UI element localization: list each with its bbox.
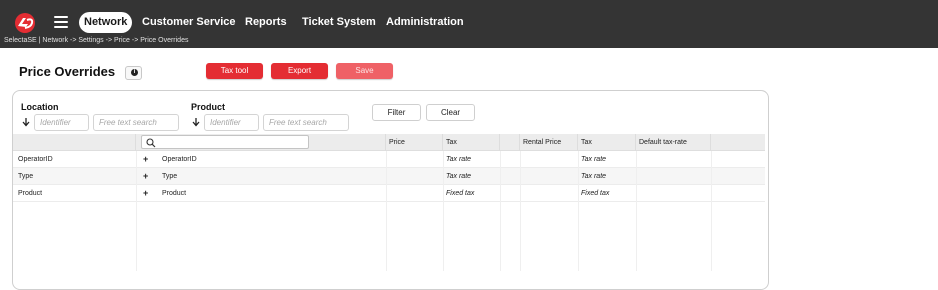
column-divider <box>136 151 137 271</box>
column-divider <box>520 151 521 271</box>
tax-tool-button[interactable]: Tax tool <box>206 63 263 79</box>
row-rental-tax[interactable]: Tax rate <box>581 168 606 185</box>
column-divider <box>636 151 637 271</box>
nav-network[interactable]: Network <box>79 12 133 33</box>
plus-icon[interactable]: + <box>143 151 148 168</box>
col-rental-tax[interactable]: Tax <box>578 134 636 151</box>
col-price[interactable]: Price <box>386 134 443 151</box>
logo-icon[interactable] <box>13 12 39 34</box>
search-icon <box>146 138 156 148</box>
table-row[interactable]: Product + Product Fixed tax Fixed tax <box>13 185 765 202</box>
row-name: Type <box>162 173 178 180</box>
product-identifier-input[interactable] <box>204 114 259 131</box>
row-key: OperatorID <box>18 156 53 163</box>
export-button[interactable]: Export <box>271 63 328 79</box>
column-divider <box>386 151 387 271</box>
location-label: Location <box>21 102 59 112</box>
plus-icon[interactable]: + <box>143 168 148 185</box>
row-key: Type <box>18 173 34 180</box>
grid-header: Price Tax Rental Price Tax Default tax-r… <box>13 134 765 151</box>
row-rental-tax[interactable]: Tax rate <box>581 151 606 168</box>
col-rental-price[interactable]: Rental Price <box>520 134 578 151</box>
clear-button[interactable]: Clear <box>426 104 475 121</box>
table-row[interactable]: Type + Type Tax rate Tax rate <box>13 168 765 185</box>
table-row[interactable]: OperatorID + OperatorID Tax rate Tax rat… <box>13 151 765 168</box>
column-divider <box>711 151 712 271</box>
column-divider <box>443 151 444 271</box>
sort-down-icon[interactable] <box>22 118 30 127</box>
sort-down-icon[interactable] <box>192 118 200 127</box>
product-search-input[interactable] <box>263 114 349 131</box>
row-name: Product <box>162 190 187 197</box>
grid-header-key <box>13 134 136 151</box>
row-name: OperatorID <box>162 156 197 163</box>
col-default-tax-rate[interactable]: Default tax-rate <box>636 134 711 151</box>
location-search-input[interactable] <box>93 114 179 131</box>
info-icon: i <box>131 69 138 76</box>
location-identifier-input[interactable] <box>34 114 89 131</box>
grid-header-spacer <box>500 134 520 151</box>
info-button[interactable]: i <box>125 66 142 80</box>
hamburger-icon[interactable] <box>54 16 68 28</box>
row-tax[interactable]: Tax rate <box>446 168 471 185</box>
nav-administration[interactable]: Administration <box>386 12 464 33</box>
column-divider <box>500 151 501 271</box>
row-rental-tax[interactable]: Fixed tax <box>581 185 609 202</box>
nav-ticket-system[interactable]: Ticket System <box>302 12 376 33</box>
nav-customer-service[interactable]: Customer Service <box>142 12 236 33</box>
grid-search-input[interactable] <box>141 135 309 149</box>
product-label: Product <box>191 102 226 112</box>
plus-icon[interactable]: + <box>143 185 148 202</box>
column-divider <box>578 151 579 271</box>
row-tax[interactable]: Fixed tax <box>446 185 474 202</box>
breadcrumb: SelectaSE | Network -> Settings -> Price… <box>4 37 189 44</box>
top-navigation-bar <box>0 0 938 36</box>
nav-reports[interactable]: Reports <box>245 12 287 33</box>
page-title: Price Overrides <box>19 64 116 79</box>
filter-button[interactable]: Filter <box>372 104 421 121</box>
save-button[interactable]: Save <box>336 63 393 79</box>
row-key: Product <box>18 190 43 197</box>
row-tax[interactable]: Tax rate <box>446 151 471 168</box>
col-tax[interactable]: Tax <box>443 134 500 151</box>
